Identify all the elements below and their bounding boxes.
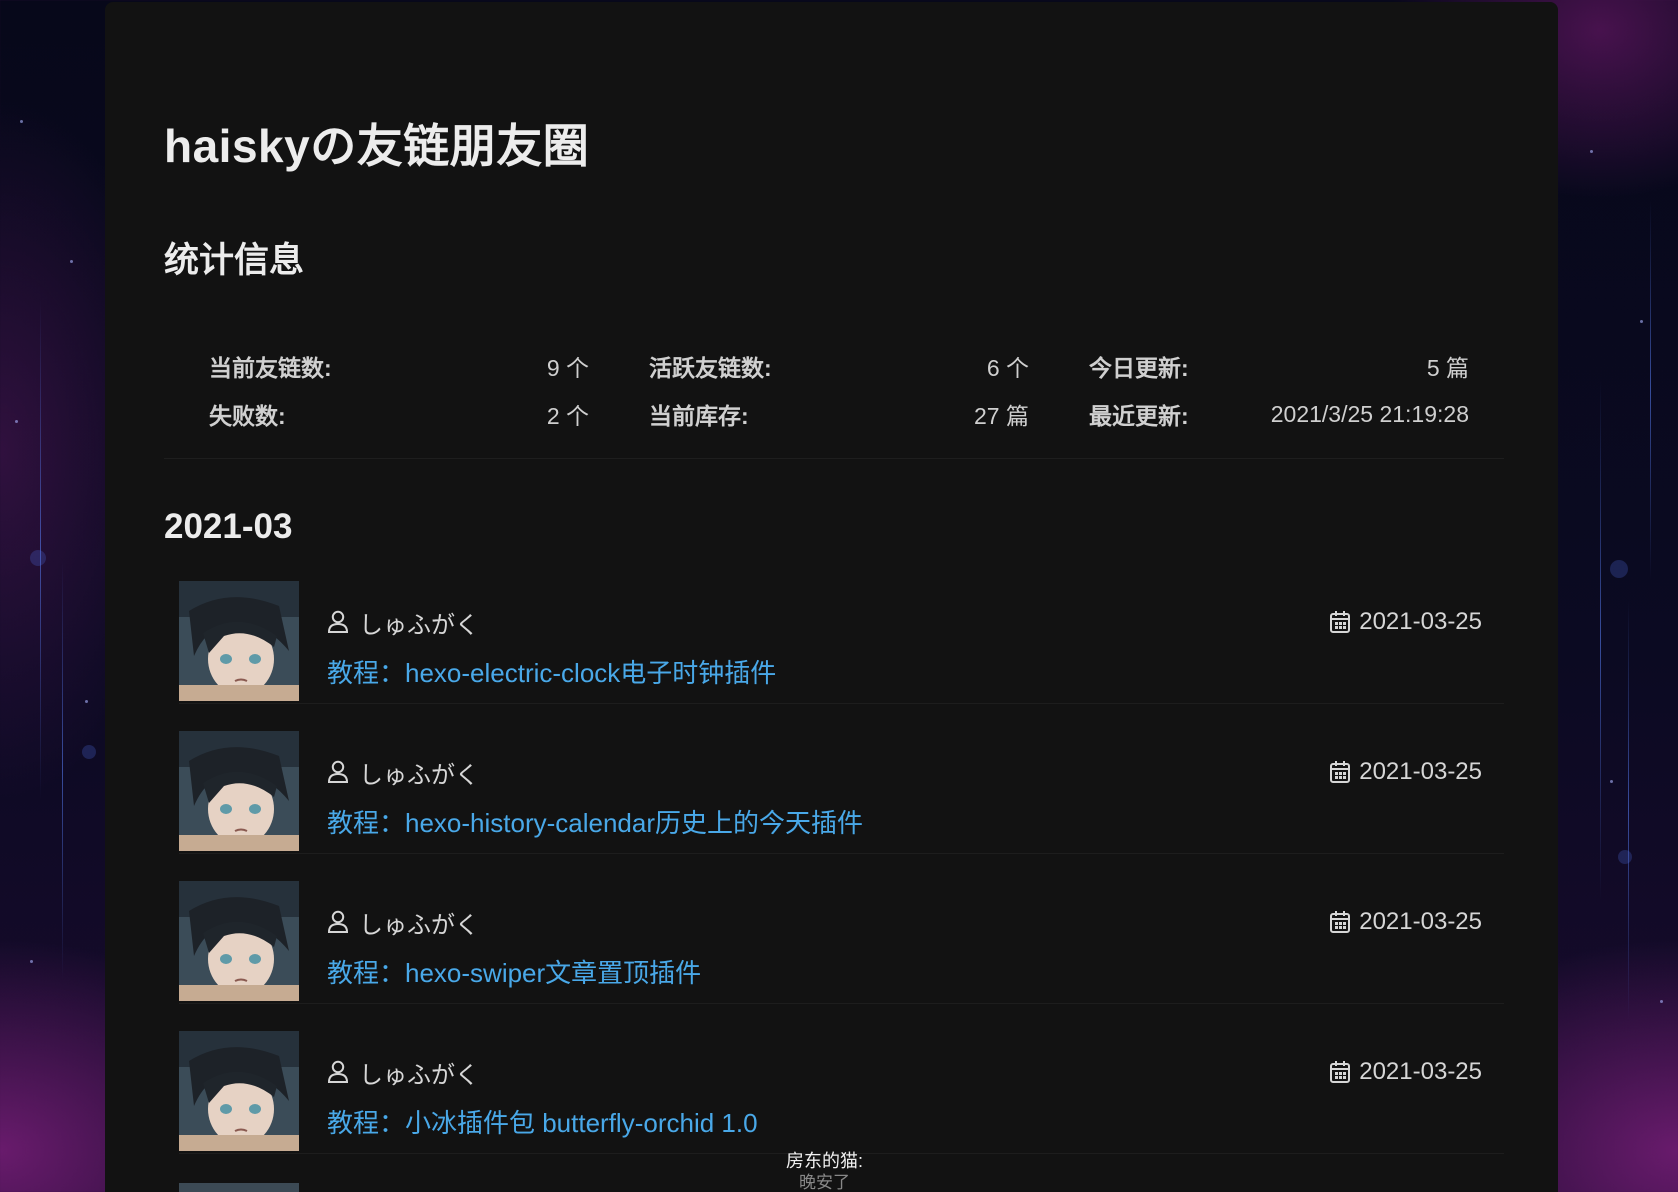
date-text: 2021-03-25	[1359, 608, 1482, 635]
post-author[interactable]: しゅふがく	[327, 757, 479, 789]
post-author[interactable]: しゅふがく	[327, 907, 479, 939]
stat-today-updates: 今日更新: 5 篇	[1089, 346, 1469, 386]
author-name: しゅふがく	[359, 1061, 479, 1089]
post-author[interactable]: しゅふがく	[327, 1057, 479, 1089]
stat-failed-count: 失败数: 2 个	[209, 394, 589, 434]
user-icon	[327, 1060, 349, 1083]
calendar-icon	[1330, 911, 1351, 933]
stat-friend-count: 当前友链数: 9 个	[209, 346, 589, 386]
stat-label: 今日更新:	[1089, 355, 1189, 381]
stat-label: 当前友链数:	[209, 355, 332, 381]
author-name: しゅふがく	[359, 761, 479, 789]
post-date: 2021-03-25	[1329, 607, 1482, 637]
post-item: しゅふがく 2021-03-25 教程：hexo-history-calenda…	[179, 731, 1504, 854]
author-avatar[interactable]	[179, 1031, 299, 1151]
post-title-link[interactable]: 教程：小冰插件包 butterfly-orchid 1.0	[327, 1103, 758, 1140]
user-icon	[327, 910, 349, 933]
stats-heading: 统计信息	[164, 241, 305, 280]
stat-value: 5 篇	[1426, 355, 1469, 381]
date-text: 2021-03-25	[1359, 1058, 1482, 1085]
stat-label: 当前库存:	[649, 403, 749, 429]
stat-label: 最近更新:	[1089, 403, 1189, 429]
post-title-link[interactable]: 教程：hexo-electric-clock电子时钟插件	[327, 653, 776, 690]
author-name: しゅふがく	[359, 611, 479, 639]
date-text: 2021-03-25	[1359, 758, 1482, 785]
post-item: しゅふがく 2021-03-25 教程：hexo-electric-clock电…	[179, 581, 1504, 704]
post-date: 2021-03-25	[1329, 757, 1482, 787]
stat-label: 失败数:	[209, 403, 286, 429]
content-card: haiskyの友链朋友圈 统计信息 当前友链数: 9 个 活跃友链数: 6 个 …	[105, 2, 1558, 1192]
calendar-icon	[1330, 611, 1351, 633]
post-item: しゅふがく 2021-03-25 教程：hexo-swiper文章置顶插件	[179, 881, 1504, 1004]
post-title-link[interactable]: 教程：hexo-swiper文章置顶插件	[327, 953, 701, 990]
author-avatar[interactable]	[179, 881, 299, 1001]
author-avatar[interactable]	[179, 581, 299, 701]
month-heading: 2021-03	[164, 507, 293, 546]
author-avatar[interactable]	[179, 1183, 299, 1192]
stat-value: 6 个	[986, 355, 1029, 381]
user-icon	[327, 610, 349, 633]
stats-divider	[164, 458, 1504, 459]
date-text: 2021-03-25	[1359, 908, 1482, 935]
post-author[interactable]: しゅふがく	[327, 607, 479, 639]
stat-value: 27 篇	[974, 403, 1029, 429]
user-icon	[327, 760, 349, 783]
stat-value: 2021/3/25 21:19:28	[1270, 400, 1469, 427]
stat-value: 9 个	[546, 355, 589, 381]
author-name: しゅふがく	[359, 911, 479, 939]
stat-inventory: 当前库存: 27 篇	[649, 394, 1029, 434]
lyric-line: 晚安了	[799, 1173, 850, 1192]
stat-active-count: 活跃友链数: 6 个	[649, 346, 1029, 386]
post-item: しゅふがく 2021-03-25 教程：小冰插件包 butterfly-orch…	[179, 1031, 1504, 1154]
post-date: 2021-03-25	[1329, 1057, 1482, 1087]
stat-value: 2 个	[546, 403, 589, 429]
post-title-link[interactable]: 教程：hexo-history-calendar历史上的今天插件	[327, 803, 863, 840]
stat-label: 活跃友链数:	[649, 355, 772, 381]
author-avatar[interactable]	[179, 731, 299, 851]
calendar-icon	[1330, 1061, 1351, 1083]
stat-last-updated: 最近更新: 2021/3/25 21:19:28	[1089, 394, 1469, 434]
music-lyric-overlay: 房东的猫: 晚安了	[786, 1150, 863, 1192]
lyric-artist: 房东的猫:	[786, 1151, 864, 1171]
post-date: 2021-03-25	[1329, 907, 1482, 937]
calendar-icon	[1330, 761, 1351, 783]
page-title: haiskyの友链朋友圈	[164, 120, 590, 172]
